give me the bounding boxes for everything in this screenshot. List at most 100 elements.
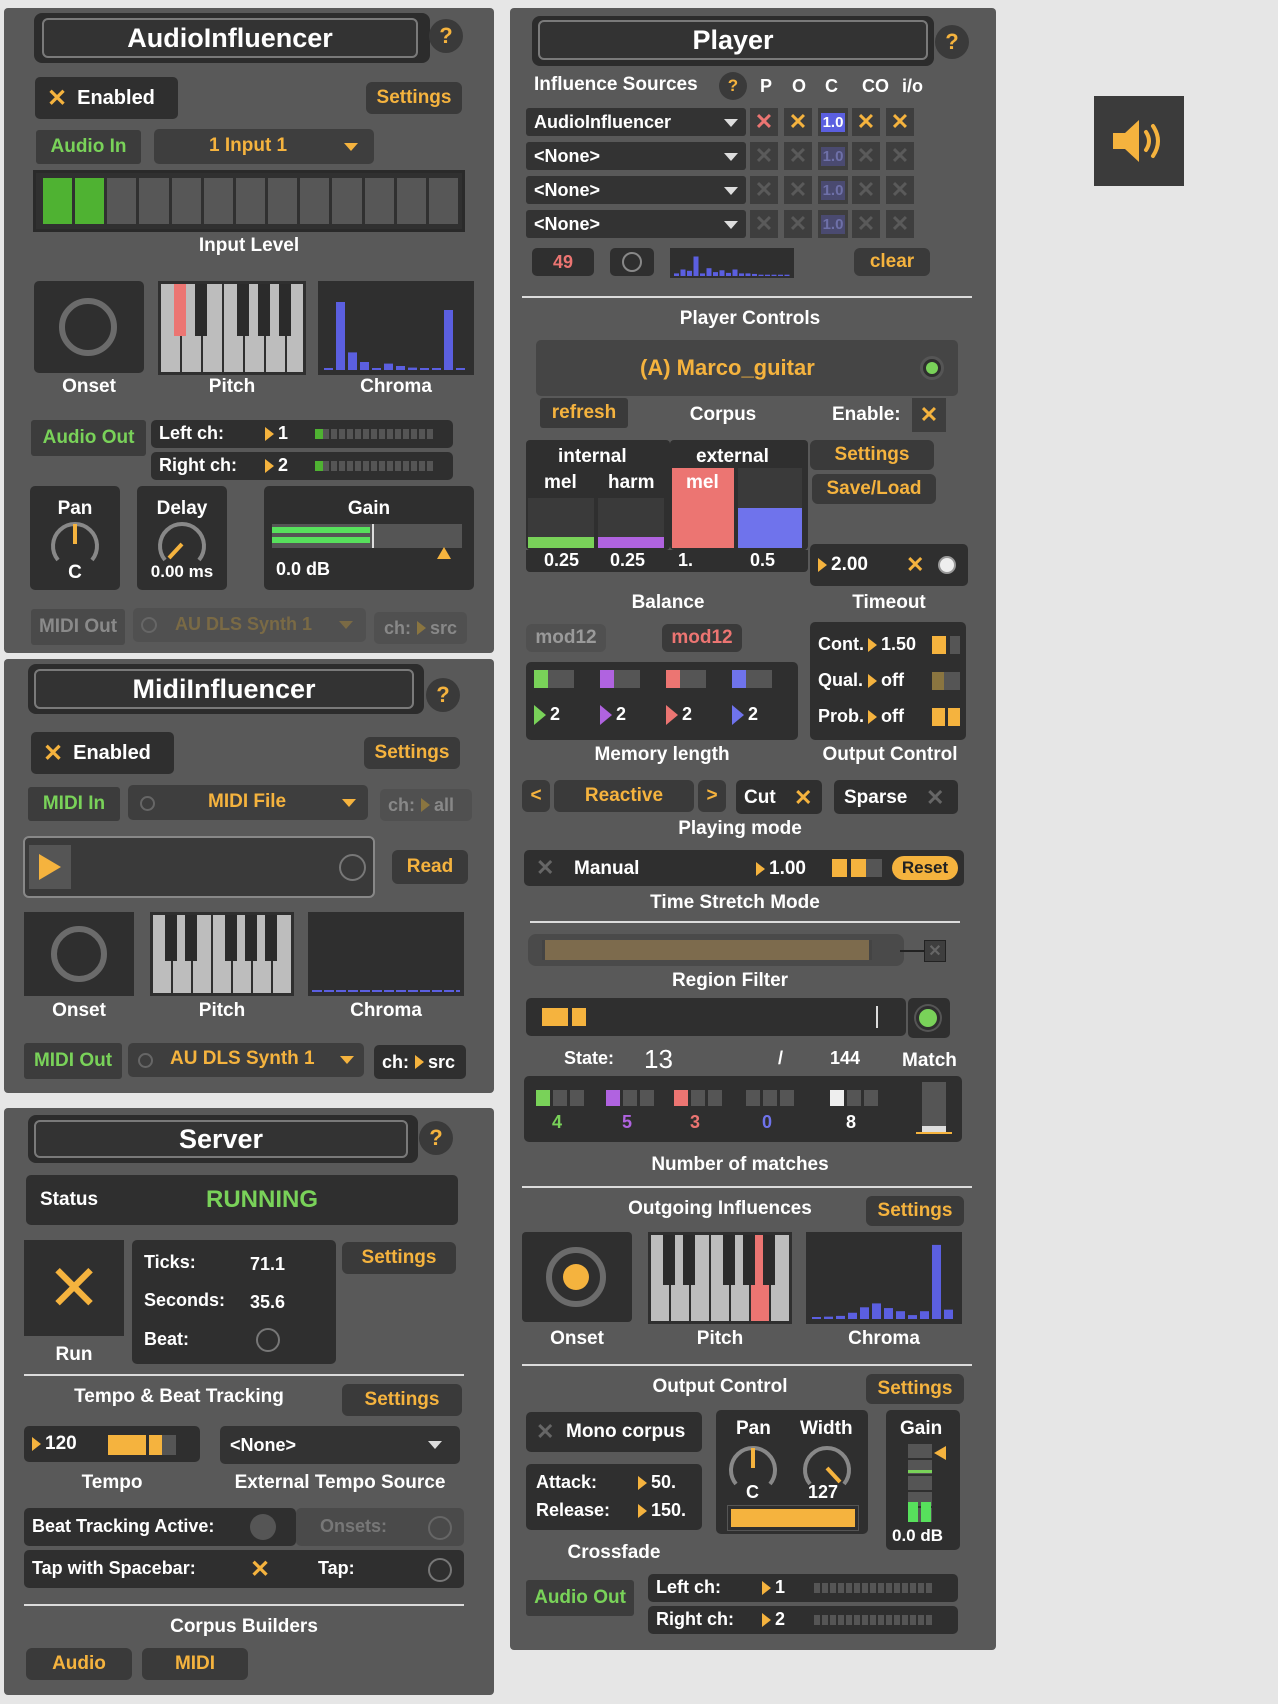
c-value-box[interactable]: 1.0 — [818, 142, 848, 170]
midi-synth-select[interactable]: AU DLS Synth 1 — [128, 1043, 364, 1077]
io-toggle[interactable]: ✕ — [886, 142, 914, 170]
region-filter-toggle[interactable]: ✕ — [924, 940, 946, 962]
influence-source-select[interactable]: <None> — [526, 142, 746, 170]
mode-prev-button[interactable]: < — [522, 780, 550, 812]
audio-input-select[interactable]: 1 Input 1 — [154, 129, 374, 164]
external-tempo-select[interactable]: <None> — [220, 1426, 460, 1464]
tap-spacebar-x-icon[interactable]: ✕ — [250, 1555, 270, 1584]
right-channel-row[interactable]: Right ch: 2 — [151, 452, 453, 480]
midi-in-button[interactable]: MIDI In — [28, 787, 120, 821]
enable-toggle[interactable]: ✕ — [912, 398, 946, 432]
tempo-settings-button[interactable]: Settings — [342, 1384, 462, 1416]
saveload-button[interactable]: Save/Load — [812, 474, 936, 504]
mod12-external-button[interactable]: mod12 — [662, 624, 742, 652]
tap-indicator[interactable] — [428, 1558, 452, 1582]
influence-help-icon[interactable]: ? — [719, 72, 747, 100]
server-settings-button[interactable]: Settings — [342, 1242, 456, 1274]
out-gain-meter[interactable] — [908, 1442, 932, 1522]
c-value-box[interactable]: 1.0 — [818, 176, 848, 204]
o-toggle[interactable]: ✕ — [784, 210, 812, 238]
reset-button[interactable]: Reset — [892, 856, 958, 880]
corpus-midi-button[interactable]: MIDI — [142, 1648, 248, 1680]
mono-corpus-toggle[interactable]: ✕ Mono corpus — [526, 1412, 702, 1452]
sparse-toggle[interactable]: Sparse ✕ — [834, 780, 958, 814]
audio-gain-box[interactable]: Gain 0.0 dB — [264, 486, 474, 590]
midi-settings-button[interactable]: Settings — [364, 737, 460, 769]
right-ch-value[interactable]: 2 — [265, 455, 288, 476]
audio-midi-channel[interactable]: ch: src — [374, 612, 467, 644]
midi-out-channel[interactable]: ch: src — [374, 1045, 466, 1079]
memory-length-value[interactable]: 2 — [600, 704, 626, 726]
audio-in-button[interactable]: Audio In — [36, 130, 141, 164]
p-toggle[interactable]: ✕ — [750, 108, 778, 136]
beat-tracking-toggle[interactable] — [250, 1514, 276, 1540]
left-ch-value[interactable]: 1 — [265, 423, 288, 444]
midi-enabled-toggle[interactable]: ✕ Enabled — [31, 732, 174, 774]
tempo-value[interactable]: 120 — [32, 1433, 77, 1455]
audio-synth-select[interactable]: AU DLS Synth 1 — [133, 608, 366, 642]
co-toggle[interactable]: ✕ — [852, 210, 880, 238]
internal-harm-bar[interactable] — [598, 498, 664, 548]
timeout-value[interactable]: 2.00 — [818, 554, 868, 576]
player-left-ch-value[interactable]: 1 — [762, 1577, 785, 1598]
cont-value[interactable]: 1.50 — [868, 634, 916, 655]
audio-pan-knob-box[interactable]: Pan C — [30, 486, 120, 590]
cut-toggle[interactable]: Cut ✕ — [736, 780, 822, 814]
internal-mel-bar[interactable] — [528, 498, 594, 548]
source-radio-button[interactable] — [610, 248, 654, 276]
run-toggle[interactable]: ✕ — [24, 1240, 124, 1336]
midi-file-select[interactable]: MIDI File — [128, 785, 368, 820]
player-left-channel-row[interactable]: Left ch: 1 — [648, 1574, 958, 1602]
matches-fader[interactable] — [916, 1082, 952, 1134]
audio-settings-button[interactable]: Settings — [366, 82, 462, 114]
corpus-audio-button[interactable]: Audio — [26, 1648, 132, 1680]
memory-length-value[interactable]: 2 — [732, 704, 758, 726]
attack-value[interactable]: 50. — [638, 1472, 676, 1493]
playing-mode-display[interactable]: Reactive — [554, 780, 694, 812]
co-toggle[interactable]: ✕ — [852, 176, 880, 204]
outgoing-settings-button[interactable]: Settings — [866, 1196, 964, 1226]
clear-button[interactable]: clear — [854, 248, 930, 276]
midi-read-button[interactable]: Read — [392, 850, 468, 884]
player-audio-out-button[interactable]: Audio Out — [526, 1580, 634, 1616]
onsets-row[interactable]: Onsets: — [296, 1508, 464, 1546]
beat-tracking-row[interactable]: Beat Tracking Active: — [24, 1508, 296, 1546]
external-harm-bar[interactable] — [738, 468, 802, 548]
manual-value[interactable]: 1.00 — [756, 858, 806, 880]
audio-help-button[interactable]: ? — [429, 19, 463, 53]
audio-enabled-toggle[interactable]: ✕ Enabled — [35, 77, 178, 119]
gain-slider[interactable] — [272, 524, 462, 548]
release-value[interactable]: 150. — [638, 1500, 686, 1521]
left-channel-row[interactable]: Left ch: 1 — [151, 420, 453, 448]
audio-midi-out-button[interactable]: MIDI Out — [31, 609, 125, 645]
p-toggle[interactable]: ✕ — [750, 210, 778, 238]
corpus-display[interactable]: (A) Marco_guitar — [536, 340, 958, 396]
c-value-box[interactable]: 1.0 — [818, 210, 848, 238]
co-toggle[interactable]: ✕ — [852, 142, 880, 170]
manual-x-icon[interactable]: ✕ — [536, 855, 554, 881]
mode-next-button[interactable]: > — [698, 780, 726, 812]
audio-delay-knob-box[interactable]: Delay 0.00 ms — [137, 486, 227, 590]
memory-length-value[interactable]: 2 — [666, 704, 692, 726]
player-settings-button[interactable]: Settings — [810, 440, 934, 470]
player-right-ch-value[interactable]: 2 — [762, 1609, 785, 1630]
tap-spacebar-row[interactable]: Tap with Spacebar: ✕ Tap: — [24, 1550, 464, 1588]
influence-source-select[interactable]: AudioInfluencer — [526, 108, 746, 136]
midi-help-button[interactable]: ? — [426, 678, 460, 712]
o-toggle[interactable]: ✕ — [784, 142, 812, 170]
qual-value[interactable]: off — [868, 670, 904, 691]
io-toggle[interactable]: ✕ — [886, 176, 914, 204]
c-value-box[interactable]: 1.0 — [818, 108, 848, 136]
p-toggle[interactable]: ✕ — [750, 176, 778, 204]
midi-out-button[interactable]: MIDI Out — [24, 1043, 122, 1079]
timeout-box[interactable]: 2.00 ✕ — [810, 544, 968, 586]
player-right-channel-row[interactable]: Right ch: 2 — [648, 1606, 958, 1634]
timeout-x-icon[interactable]: ✕ — [906, 552, 924, 578]
speaker-button[interactable] — [1094, 96, 1184, 186]
oc-settings-button[interactable]: Settings — [866, 1374, 964, 1404]
tempo-number-box[interactable]: 120 — [24, 1426, 200, 1462]
o-toggle[interactable]: ✕ — [784, 176, 812, 204]
influence-source-select[interactable]: <None> — [526, 210, 746, 238]
co-toggle[interactable]: ✕ — [852, 108, 880, 136]
io-toggle[interactable]: ✕ — [886, 210, 914, 238]
